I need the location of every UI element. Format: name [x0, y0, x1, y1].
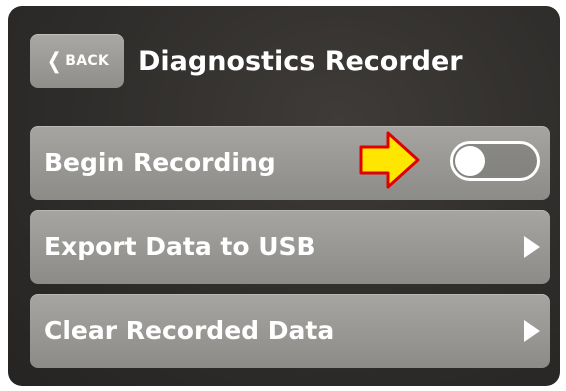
begin-recording-label: Begin Recording	[44, 148, 276, 177]
begin-recording-row[interactable]: Begin Recording	[30, 126, 550, 200]
clear-data-row[interactable]: Clear Recorded Data	[30, 294, 550, 368]
screen: ❮ BACK Diagnostics Recorder Begin Record…	[8, 6, 560, 386]
recording-toggle[interactable]	[450, 141, 540, 181]
toggle-knob	[455, 146, 485, 176]
chevron-right-icon	[524, 236, 540, 258]
chevron-left-icon: ❮	[46, 48, 62, 74]
back-label: BACK	[65, 53, 110, 69]
arrow-right-icon	[359, 131, 420, 189]
export-data-row[interactable]: Export Data to USB	[30, 210, 550, 284]
chevron-right-icon	[524, 320, 540, 342]
export-data-label: Export Data to USB	[44, 232, 316, 261]
page-title: Diagnostics Recorder	[138, 46, 463, 77]
back-button[interactable]: ❮ BACK	[30, 34, 124, 88]
clear-data-label: Clear Recorded Data	[44, 316, 335, 345]
